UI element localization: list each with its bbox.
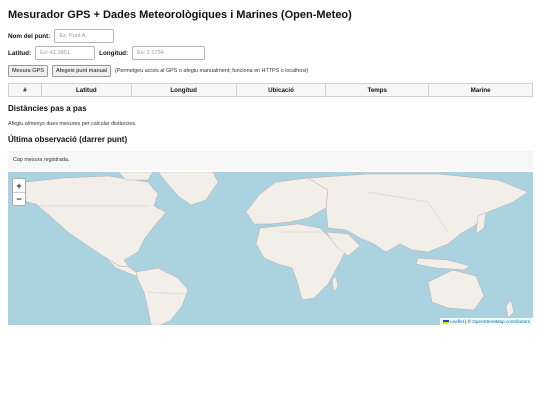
leaflet-link[interactable]: Leaflet bbox=[450, 319, 464, 324]
observation-title: Última observació (darrer punt) bbox=[8, 135, 128, 144]
latitude-input[interactable] bbox=[35, 46, 96, 60]
world-map-tiles bbox=[17, 172, 529, 325]
ukraine-flag-icon bbox=[443, 319, 450, 324]
observation-empty-text: Cap mesura registrada. bbox=[13, 157, 70, 163]
col-index: # bbox=[8, 83, 42, 97]
name-input[interactable] bbox=[54, 29, 115, 43]
land-australia bbox=[427, 269, 485, 311]
land-north-america bbox=[17, 175, 167, 268]
osm-link[interactable]: OpenStreetMap contributors bbox=[472, 319, 530, 324]
distances-title: Distàncies pas a pas bbox=[8, 104, 87, 113]
zoom-control: + − bbox=[12, 178, 26, 206]
latitude-label: Latitud: bbox=[8, 49, 32, 57]
col-marine: Marine bbox=[428, 83, 533, 97]
longitude-label: Longitud: bbox=[99, 49, 129, 57]
name-row: Nom del punt: bbox=[8, 29, 115, 43]
col-weather: Temps bbox=[325, 83, 430, 97]
longitude-input[interactable] bbox=[132, 46, 206, 60]
land-new-zealand bbox=[505, 299, 515, 319]
measurements-table: # Latitud Longitud Ubicació Temps Marine bbox=[8, 83, 533, 97]
measure-gps-button[interactable]: Mesura GPS bbox=[8, 65, 49, 77]
table-header-row: # Latitud Longitud Ubicació Temps Marine bbox=[8, 83, 533, 97]
land-europe bbox=[245, 177, 329, 225]
land-madagascar bbox=[331, 275, 339, 293]
map-attribution: Leaflet | © OpenStreetMap contributors bbox=[440, 318, 533, 325]
land-greenland bbox=[157, 172, 219, 206]
map-view[interactable]: + − Leaflet | © OpenStreetMap contributo… bbox=[8, 172, 533, 325]
actions-row: Mesura GPS Afegeix punt manual (Permetge… bbox=[8, 65, 308, 77]
land-indonesia bbox=[415, 257, 471, 271]
zoom-out-button[interactable]: − bbox=[13, 192, 25, 205]
zoom-in-button[interactable]: + bbox=[13, 179, 25, 192]
col-location: Ubicació bbox=[235, 83, 327, 97]
col-longitude: Longitud bbox=[130, 83, 237, 97]
add-manual-point-button[interactable]: Afegeix punt manual bbox=[52, 65, 112, 77]
col-latitude: Latitud bbox=[40, 83, 132, 97]
page-title: Mesurador GPS + Dades Meteorològiques i … bbox=[8, 9, 352, 21]
land-south-america bbox=[135, 267, 189, 325]
gps-hint: (Permetgeu accés al GPS o afegiu manualm… bbox=[115, 68, 309, 74]
distances-note: Afegiu almenys dues mesures per calcular… bbox=[8, 121, 137, 127]
observation-box: Cap mesura registrada. bbox=[8, 151, 533, 170]
coords-row: Latitud: Longitud: bbox=[8, 46, 206, 60]
name-label: Nom del punt: bbox=[8, 32, 51, 40]
